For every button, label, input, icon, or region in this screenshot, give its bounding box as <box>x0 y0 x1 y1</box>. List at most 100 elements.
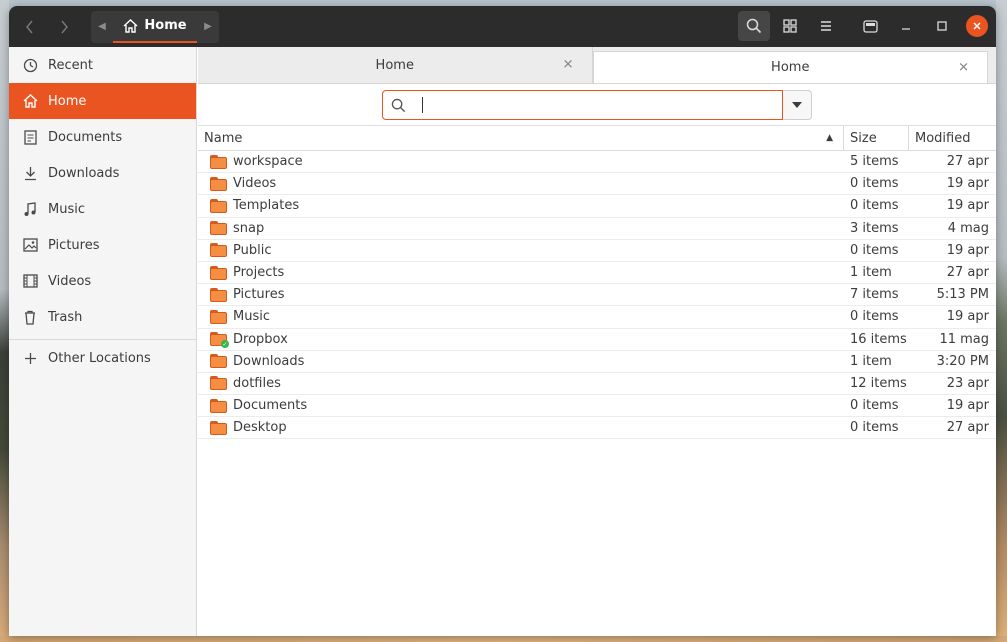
file-modified: 4 mag <box>947 220 989 236</box>
file-name-cell: Desktop <box>198 420 844 435</box>
sidebar-item-label: Other Locations <box>48 350 151 366</box>
file-name: Templates <box>233 198 300 214</box>
path-bar: ◀ Home ▶ <box>91 10 219 43</box>
file-modified: 19 apr <box>946 198 989 214</box>
forward-button[interactable] <box>47 12 81 42</box>
sidebar-item-recent[interactable]: Recent <box>9 47 196 83</box>
sidebar-item-documents[interactable]: Documents <box>9 119 196 155</box>
search-options-dropdown[interactable] <box>783 90 812 120</box>
close-icon[interactable]: ✕ <box>563 58 574 73</box>
close-window-button[interactable] <box>966 15 988 37</box>
path-right-arrow[interactable]: ▶ <box>197 21 219 32</box>
search-button[interactable] <box>738 11 770 41</box>
sidebar-item-other-locations[interactable]: Other Locations <box>9 340 196 376</box>
column-header-size[interactable]: Size <box>844 125 909 151</box>
file-size: 16 items <box>850 331 907 347</box>
file-row[interactable]: dotfiles 12 items 23 apr <box>198 373 996 396</box>
file-row[interactable]: snap 3 items 4 mag <box>198 218 996 240</box>
sidebar-item-trash[interactable]: Trash <box>9 299 196 335</box>
tab-home-1[interactable]: Home ✕ <box>198 47 593 83</box>
file-size: 0 items <box>850 309 899 325</box>
column-header-name[interactable]: Name ▲ <box>198 125 844 151</box>
column-header-label: Modified <box>915 130 971 146</box>
video-icon <box>22 273 38 289</box>
file-row[interactable]: Downloads 1 item 3:20 PM <box>198 351 996 373</box>
home-icon <box>22 93 38 109</box>
file-row[interactable]: workspace 5 items 27 apr <box>198 151 996 174</box>
sidebar: Recent Home Documents Downloads Music Pi… <box>9 47 197 636</box>
trash-icon <box>22 309 38 325</box>
tab-label: Home <box>771 60 810 75</box>
file-size: 0 items <box>850 420 899 436</box>
file-row[interactable]: Desktop 0 items 27 apr <box>198 417 996 440</box>
file-name: Dropbox <box>233 331 288 347</box>
file-name: Desktop <box>233 420 287 436</box>
sidebar-item-label: Trash <box>48 309 83 325</box>
view-toggle-button[interactable] <box>774 11 806 41</box>
path-left-arrow[interactable]: ◀ <box>91 21 113 32</box>
search-bar <box>198 84 996 126</box>
minimize-icon <box>902 28 910 30</box>
file-row[interactable]: Music 0 items 19 apr <box>198 306 996 329</box>
file-name-cell: dotfiles <box>198 376 844 391</box>
folder-icon: ✓ <box>210 332 229 349</box>
sidebar-item-home[interactable]: Home <box>9 83 196 119</box>
file-name: Downloads <box>233 353 305 369</box>
path-home-button[interactable]: Home <box>113 11 197 43</box>
file-row[interactable]: Templates 0 items 19 apr <box>198 195 996 218</box>
folder-icon <box>210 420 227 435</box>
file-row[interactable]: Public 0 items 19 apr <box>198 240 996 262</box>
file-name-cell: Music <box>198 309 844 324</box>
file-modified: 3:20 PM <box>936 353 989 369</box>
grid-view-icon <box>783 19 797 33</box>
file-modified: 27 apr <box>946 265 989 281</box>
picture-icon <box>22 237 38 253</box>
sidebar-item-downloads[interactable]: Downloads <box>9 155 196 191</box>
file-name: Pictures <box>233 287 285 303</box>
file-row[interactable]: Documents 0 items 19 apr <box>198 395 996 418</box>
back-button[interactable] <box>13 12 47 42</box>
search-icon <box>391 98 406 112</box>
file-row[interactable]: ✓ Dropbox 16 items 11 mag <box>198 329 996 351</box>
close-icon[interactable]: ✕ <box>958 60 969 75</box>
sidebar-item-videos[interactable]: Videos <box>9 263 196 299</box>
file-row[interactable]: Pictures 7 items 5:13 PM <box>198 284 996 307</box>
chevron-left-icon <box>26 20 33 33</box>
file-modified: 5:13 PM <box>936 287 989 303</box>
document-icon <box>22 129 38 145</box>
file-row[interactable]: Projects 1 item 27 apr <box>198 262 996 285</box>
folder-icon <box>210 154 227 169</box>
hamburger-menu-icon <box>821 21 831 31</box>
file-list: workspace 5 items 27 apr Videos 0 items 19 ap… <box>198 151 996 440</box>
file-name-cell: Public <box>198 243 844 258</box>
tab-home-2[interactable]: Home ✕ <box>592 51 988 83</box>
file-name-cell: Videos <box>198 176 844 191</box>
menu-button[interactable] <box>810 11 842 41</box>
file-name-cell: ✓ Dropbox <box>198 331 844 349</box>
folder-icon <box>210 287 227 302</box>
sidebar-item-label: Downloads <box>48 165 120 181</box>
sidebar-item-music[interactable]: Music <box>9 191 196 227</box>
folder-icon <box>210 398 227 413</box>
folder-icon <box>210 309 227 324</box>
folder-icon <box>210 265 227 280</box>
file-modified: 27 apr <box>946 420 989 436</box>
column-header-modified[interactable]: Modified <box>909 126 996 151</box>
file-size: 3 items <box>850 220 899 236</box>
folder-icon <box>210 176 227 191</box>
file-modified: 19 apr <box>946 176 989 192</box>
sidebar-item-pictures[interactable]: Pictures <box>9 227 196 263</box>
terminal-button[interactable] <box>854 11 886 41</box>
file-row[interactable]: Videos 0 items 19 apr <box>198 173 996 196</box>
minimize-button[interactable] <box>890 11 922 41</box>
tab-bar: Home ✕ Home ✕ <box>198 47 996 84</box>
file-modified: 19 apr <box>946 398 989 414</box>
maximize-button[interactable] <box>926 11 958 41</box>
file-name: dotfiles <box>233 375 281 391</box>
file-name: Videos <box>233 176 277 192</box>
file-name-cell: Downloads <box>198 354 844 369</box>
search-input[interactable] <box>382 90 783 120</box>
file-modified: 19 apr <box>946 242 989 258</box>
folder-icon <box>210 376 227 391</box>
folder-icon <box>210 198 227 213</box>
